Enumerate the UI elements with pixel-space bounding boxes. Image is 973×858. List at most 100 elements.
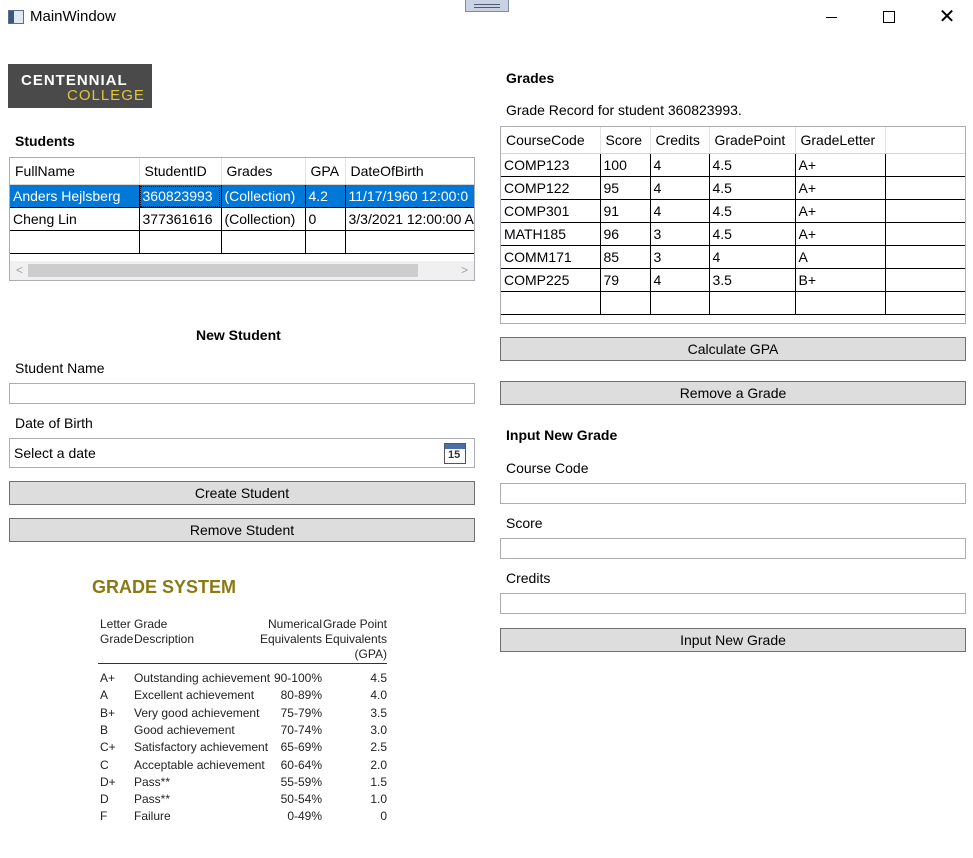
table-row[interactable]: MATH185 96 3 4.5 A+	[501, 222, 965, 246]
table-cell[interactable]: 0	[305, 207, 346, 231]
table-cell[interactable]: 3	[650, 245, 710, 269]
table-cell[interactable]: COMM171	[501, 245, 601, 269]
table-cell[interactable]: A+	[795, 153, 886, 177]
table-cell[interactable]: Anders Hejlsberg	[10, 184, 140, 208]
students-column-header[interactable]: Grades	[221, 158, 306, 185]
students-column-header[interactable]: DateOfBirth	[345, 158, 474, 185]
table-cell[interactable]: A	[795, 245, 886, 269]
table-cell[interactable]: 4	[650, 153, 710, 177]
grades-column-header[interactable]: GradePoint	[709, 127, 796, 154]
table-cell[interactable]: 79	[600, 268, 651, 292]
students-column-header[interactable]: GPA	[305, 158, 346, 185]
table-cell[interactable]: B+	[795, 268, 886, 292]
table-row[interactable]: Cheng Lin 377361616 (Collection) 0 3/3/2021 …	[10, 207, 474, 231]
table-cell[interactable]	[600, 291, 651, 315]
grades-heading: Grades	[506, 70, 555, 86]
student-name-input[interactable]	[9, 383, 475, 404]
calculate-gpa-button[interactable]: Calculate GPA	[500, 337, 966, 361]
table-cell[interactable]	[795, 291, 886, 315]
table-cell[interactable]: (Collection)	[221, 184, 306, 208]
table-row[interactable]: COMM171 85 3 4 A	[501, 245, 965, 269]
new-row-placeholder[interactable]	[501, 291, 965, 315]
course-code-input[interactable]	[500, 483, 966, 504]
table-row[interactable]: COMP122 95 4 4.5 A+	[501, 176, 965, 200]
input-new-grade-button[interactable]: Input New Grade	[500, 628, 966, 652]
scroll-right-icon[interactable]: >	[461, 263, 468, 277]
grades-table[interactable]: CourseCode Score Credits GradePoint GradeLet…	[501, 127, 965, 315]
remove-grade-button[interactable]: Remove a Grade	[500, 381, 966, 405]
students-table[interactable]: FullName StudentID Grades GPA DateOfBirth An…	[10, 158, 474, 254]
table-cell[interactable]: 4	[650, 199, 710, 223]
scroll-left-icon[interactable]: <	[16, 263, 23, 277]
grade-system-cell: 65-69%	[280, 740, 322, 755]
table-cell[interactable]: 100	[600, 153, 651, 177]
grade-system-cell: 3.0	[370, 722, 387, 737]
students-grid[interactable]: FullName StudentID Grades GPA DateOfBirth An…	[9, 157, 475, 281]
maximize-button[interactable]	[866, 0, 912, 34]
dob-datepicker[interactable]: Select a date 15	[9, 438, 475, 468]
table-cell[interactable]: 3.5	[709, 268, 796, 292]
table-cell[interactable]: 85	[600, 245, 651, 269]
table-cell[interactable]: 96	[600, 222, 651, 246]
table-cell[interactable]: 360823993	[139, 184, 222, 208]
table-cell[interactable]: (Collection)	[221, 207, 306, 231]
table-row[interactable]: Anders Hejlsberg 360823993 (Collection) 4.2…	[10, 184, 474, 208]
table-cell[interactable]: 91	[600, 199, 651, 223]
remove-student-button[interactable]: Remove Student	[9, 518, 475, 542]
grades-column-header[interactable]: Credits	[650, 127, 710, 154]
table-cell[interactable]: 3/3/2021 12:00:00 A	[345, 207, 474, 231]
drag-handle[interactable]	[465, 0, 509, 12]
table-cell[interactable]: COMP225	[501, 268, 601, 292]
grades-column-header[interactable]: Score	[600, 127, 651, 154]
table-cell[interactable]: 4	[650, 176, 710, 200]
table-cell[interactable]: 11/17/1960 12:00:0	[345, 184, 474, 208]
table-cell[interactable]: A+	[795, 176, 886, 200]
table-cell[interactable]: 95	[600, 176, 651, 200]
table-cell[interactable]	[139, 230, 222, 254]
new-row-placeholder[interactable]	[10, 230, 474, 254]
minimize-button[interactable]	[808, 0, 854, 34]
logo-line2: COLLEGE	[67, 87, 145, 104]
close-button[interactable]: ✕	[924, 0, 970, 34]
table-cell[interactable]: 4.2	[305, 184, 346, 208]
create-student-button[interactable]: Create Student	[9, 481, 475, 505]
table-cell[interactable]: 4.5	[709, 176, 796, 200]
score-input[interactable]	[500, 538, 966, 559]
gs-header-letter: Letter Grade	[100, 617, 134, 646]
grades-grid[interactable]: CourseCode Score Credits GradePoint GradeLet…	[500, 126, 966, 324]
grades-column-header[interactable]: CourseCode	[501, 127, 601, 154]
calendar-icon[interactable]: 15	[444, 443, 466, 464]
students-column-header[interactable]: StudentID	[139, 158, 222, 185]
table-cell[interactable]: Cheng Lin	[10, 207, 140, 231]
table-cell[interactable]	[305, 230, 346, 254]
horizontal-scrollbar[interactable]: < >	[10, 261, 474, 280]
credits-input[interactable]	[500, 593, 966, 614]
table-cell[interactable]	[885, 291, 965, 315]
grades-column-header[interactable]: GradeLetter	[795, 127, 886, 154]
table-row[interactable]: COMP301 91 4 4.5 A+	[501, 199, 965, 223]
students-column-header[interactable]: FullName	[10, 158, 140, 185]
table-cell[interactable]: 4	[709, 245, 796, 269]
scrollbar-thumb[interactable]	[28, 264, 418, 277]
table-cell[interactable]: COMP123	[501, 153, 601, 177]
table-cell[interactable]: A+	[795, 222, 886, 246]
table-cell[interactable]: 4.5	[709, 222, 796, 246]
table-cell[interactable]: 4	[650, 268, 710, 292]
table-row[interactable]: COMP123 100 4 4.5 A+	[501, 153, 965, 177]
table-cell[interactable]: A+	[795, 199, 886, 223]
table-cell[interactable]	[650, 291, 710, 315]
table-cell[interactable]	[501, 291, 601, 315]
table-row[interactable]: COMP225 79 4 3.5 B+	[501, 268, 965, 292]
table-cell[interactable]: 4.5	[709, 199, 796, 223]
table-cell[interactable]: COMP122	[501, 176, 601, 200]
table-cell[interactable]	[345, 230, 474, 254]
table-cell[interactable]: 3	[650, 222, 710, 246]
table-cell[interactable]: 4.5	[709, 153, 796, 177]
table-cell[interactable]	[709, 291, 796, 315]
table-cell[interactable]	[221, 230, 306, 254]
dob-placeholder[interactable]: Select a date	[14, 445, 96, 461]
table-cell[interactable]	[10, 230, 140, 254]
table-cell[interactable]: MATH185	[501, 222, 601, 246]
table-cell[interactable]: COMP301	[501, 199, 601, 223]
table-cell[interactable]: 377361616	[139, 207, 222, 231]
